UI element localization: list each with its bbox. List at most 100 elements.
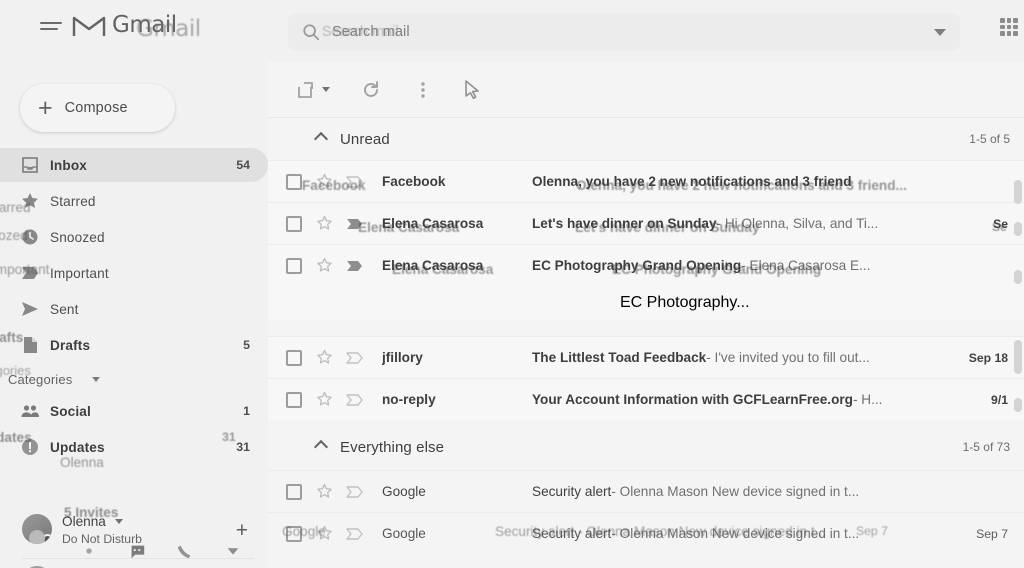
bottom-icon-bar	[60, 536, 260, 566]
label-important-icon[interactable]	[346, 216, 364, 232]
gmail-logo: Gmail	[72, 12, 177, 38]
label-important-icon[interactable]	[346, 484, 364, 500]
label-important-icon[interactable]	[346, 350, 364, 366]
row-sender: jfillory	[382, 350, 423, 365]
label-important-icon[interactable]	[346, 258, 364, 274]
star-icon[interactable]	[316, 173, 333, 190]
table-row[interactable]: Facebook Olenna, you have 2 new notifica…	[268, 160, 1024, 202]
star-icon[interactable]	[316, 257, 333, 274]
row-subject-wrap: Security alert - Olenna Mason New device…	[532, 526, 966, 541]
label-important-icon[interactable]	[346, 392, 364, 408]
row-sender: Google	[382, 526, 426, 541]
table-row[interactable]: Google Security alert - Olenna Mason New…	[268, 470, 1024, 512]
chevron-down-icon[interactable]	[92, 377, 100, 382]
attachment-row: EC Photography...	[268, 286, 1024, 320]
chevron-down-icon[interactable]	[322, 87, 330, 92]
search-bar[interactable]: Search mail	[288, 13, 960, 51]
attachment-chip[interactable]: EC Photography...	[620, 294, 750, 312]
scrollbar-thumb[interactable]	[1014, 398, 1022, 412]
mail-icon[interactable]	[80, 542, 98, 560]
search-input[interactable]: Search mail	[332, 24, 410, 40]
row-checkbox[interactable]	[286, 391, 302, 408]
nav-list: Inbox 54 Starred Snoozed Important Sent …	[0, 148, 268, 466]
top-bar: Gmail Search mail	[0, 0, 1024, 62]
row-subject-wrap: Let's have dinner on Sunday - Hi Olenna,…	[532, 216, 983, 231]
section-title: Unread	[340, 130, 390, 148]
scrollbar-thumb[interactable]	[1014, 340, 1022, 374]
row-subject: The Littlest Toad Feedback	[532, 350, 707, 365]
row-snippet: - Olenna Mason New device signed in t...	[611, 526, 860, 541]
select-all-control[interactable]	[296, 79, 330, 101]
avatar[interactable]	[22, 514, 52, 544]
sidebar-item-label: Drafts	[50, 337, 91, 353]
row-snippet: - Hi Olenna, Silva, and Ti...	[716, 216, 879, 231]
compose-label: Compose	[64, 100, 128, 116]
hamburger-icon[interactable]	[40, 22, 62, 36]
star-icon[interactable]	[316, 215, 333, 232]
row-sender: Elena Casarosa	[382, 216, 484, 231]
row-checkbox[interactable]	[286, 215, 302, 232]
star-icon[interactable]	[316, 391, 333, 408]
star-icon[interactable]	[316, 349, 333, 366]
sidebar-item-count: 54	[236, 158, 250, 172]
apps-grid-icon[interactable]	[1000, 18, 1018, 36]
sidebar-item-snoozed[interactable]: Snoozed	[0, 220, 268, 254]
chevron-up-icon[interactable]	[313, 131, 329, 147]
section-title: Everything else	[340, 438, 445, 456]
scrollbar-thumb[interactable]	[1014, 270, 1022, 284]
meet-icon[interactable]	[176, 542, 194, 560]
sidebar-item-drafts[interactable]: Drafts 5	[0, 328, 268, 362]
row-checkbox[interactable]	[286, 257, 302, 274]
draft-icon	[24, 337, 37, 353]
chevron-up-icon[interactable]	[313, 439, 329, 455]
vertical-scrollbar[interactable]	[1013, 122, 1022, 568]
info-icon	[22, 439, 38, 455]
refresh-icon[interactable]	[360, 79, 382, 101]
row-subject-wrap: Your Account Information with GCFLearnFr…	[532, 392, 981, 407]
row-subject-wrap: The Littlest Toad Feedback - I've invite…	[532, 350, 959, 365]
star-icon[interactable]	[316, 525, 333, 542]
account-name-line: Olenna	[62, 513, 142, 531]
more-vertical-icon[interactable]	[412, 79, 434, 101]
table-row[interactable]: Elena Casarosa EC Photography Grand Open…	[268, 244, 1024, 286]
row-subject: Security alert	[532, 526, 612, 541]
gmail-window: Gmail Search mail + Compose Inbox 54 Sta…	[0, 0, 1024, 568]
row-snippet: - H...	[852, 392, 883, 407]
section-header-everything-else[interactable]: Everything else 1-5 of 73	[268, 426, 1024, 468]
label-important-icon[interactable]	[346, 526, 364, 542]
section-header-unread[interactable]: Unread 1-5 of 5	[268, 118, 1024, 160]
row-checkbox[interactable]	[286, 173, 302, 190]
select-all-checkbox-icon[interactable]	[296, 79, 318, 101]
sidebar-item-inbox[interactable]: Inbox 54	[0, 148, 268, 182]
row-checkbox[interactable]	[286, 525, 302, 542]
table-row[interactable]: no-reply Your Account Information with G…	[268, 378, 1024, 420]
chat-icon[interactable]	[128, 542, 146, 560]
star-icon[interactable]	[316, 483, 333, 500]
message-list-pane: Unread 1-5 of 5 Facebook Olenna, you hav…	[268, 62, 1024, 568]
scrollbar-thumb[interactable]	[1014, 180, 1022, 204]
chevron-down-icon[interactable]	[115, 518, 124, 524]
sidebar-item-label: Inbox	[50, 157, 87, 173]
show-search-options-chevron-icon[interactable]	[934, 28, 946, 36]
label-important-icon[interactable]	[346, 174, 364, 190]
sidebar-item-important[interactable]: Important	[0, 256, 268, 290]
mouse-cursor-icon	[465, 79, 479, 99]
collapse-icon[interactable]	[224, 542, 242, 560]
sidebar-item-count: 5	[243, 338, 250, 352]
row-subject: EC Photography Grand Opening	[532, 258, 742, 273]
sidebar-item-updates[interactable]: Updates 31	[0, 430, 268, 464]
compose-button[interactable]: + Compose	[20, 84, 175, 132]
table-row[interactable]: Elena Casarosa Let's have dinner on Sund…	[268, 202, 1024, 244]
table-row[interactable]: jfillory The Littlest Toad Feedback - I'…	[268, 336, 1024, 378]
sidebar-item-label: Sent	[50, 301, 79, 317]
row-checkbox[interactable]	[286, 349, 302, 366]
sidebar-item-social[interactable]: Social 1	[0, 394, 268, 428]
sidebar-item-starred[interactable]: Starred	[0, 184, 268, 218]
row-checkbox[interactable]	[286, 483, 302, 500]
table-row[interactable]: Google Security alert - Olenna Mason New…	[268, 512, 1024, 554]
sidebar-item-sent[interactable]: Sent	[0, 292, 268, 326]
row-subject-wrap: Security alert - Olenna Mason New device…	[532, 484, 998, 499]
scrollbar-thumb[interactable]	[1014, 222, 1022, 236]
gmail-m-icon	[72, 16, 106, 36]
row-subject: Let's have dinner on Sunday	[532, 216, 717, 231]
